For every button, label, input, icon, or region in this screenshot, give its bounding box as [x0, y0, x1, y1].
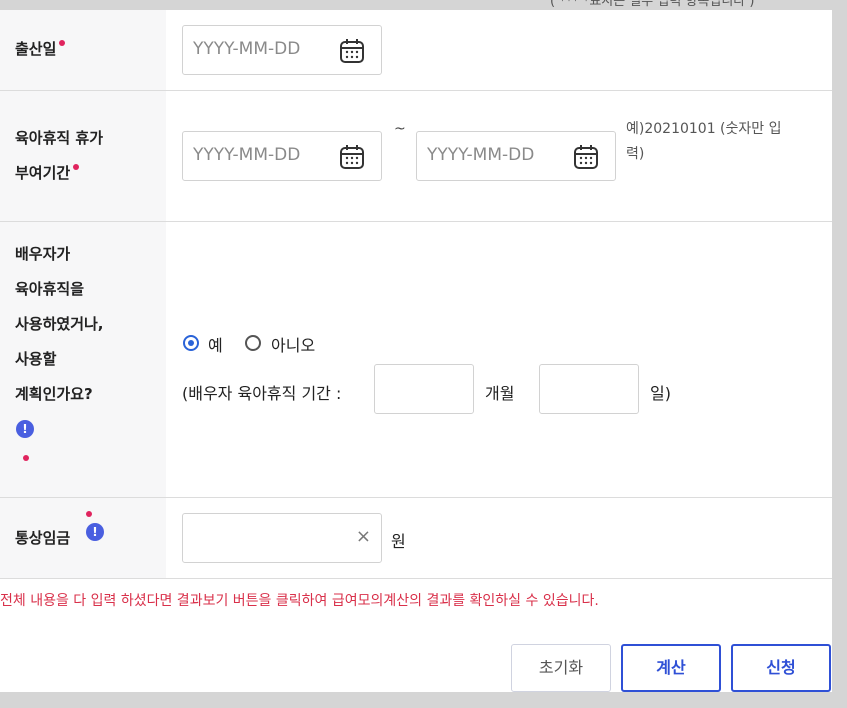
- reset-button[interactable]: 초기화: [511, 644, 611, 692]
- calculator-form: 출산일 YYYY-MM-DD 육아휴직 휴가 부여기간 YYYY-MM-DD ~…: [0, 10, 832, 692]
- ordinary-wage-input[interactable]: ×: [182, 513, 382, 563]
- date-format-hint-line2: 력): [626, 146, 645, 162]
- spouse-leave-label-cell: 배우자가 육아휴직을 사용하였거나, 사용할 계획인가요? !: [0, 222, 166, 497]
- required-marker: [23, 455, 29, 461]
- required-marker: [59, 40, 66, 46]
- leave-period-label-line2: 부여기간: [15, 156, 80, 191]
- spouse-no-label[interactable]: 아니오: [271, 332, 315, 356]
- ordinary-wage-label-cell: 통상임금 !: [0, 498, 166, 578]
- birth-date-input[interactable]: YYYY-MM-DD: [182, 25, 382, 75]
- apply-button[interactable]: 신청: [731, 644, 831, 692]
- info-icon[interactable]: !: [16, 420, 34, 438]
- ordinary-wage-row: 통상임금 ! × 원: [0, 498, 832, 579]
- days-unit-label: 일): [650, 384, 671, 403]
- leave-end-input[interactable]: YYYY-MM-DD: [416, 131, 616, 181]
- leave-period-label-line1: 육아휴직 휴가: [15, 129, 104, 147]
- date-format-hint-line1: 예)20210101 (숫자만 입: [626, 121, 782, 137]
- birth-date-placeholder: YYYY-MM-DD: [193, 39, 301, 59]
- spouse-yes-label[interactable]: 예: [208, 332, 223, 356]
- ordinary-wage-label: 통상임금: [15, 529, 71, 547]
- required-marker: [86, 511, 92, 517]
- won-unit-label: 원: [391, 532, 406, 551]
- leave-period-row: 육아휴직 휴가 부여기간 YYYY-MM-DD ~ YYYY-MM-DD 예)2…: [0, 91, 832, 222]
- birth-date-row: 출산일 YYYY-MM-DD: [0, 10, 832, 91]
- required-marker: [73, 164, 80, 170]
- notice-text: 전체 내용을 다 입력 하셨다면 결과보기 버튼을 클릭하여 급여모의계산의 결…: [0, 593, 599, 609]
- info-icon[interactable]: !: [86, 523, 104, 541]
- spouse-leave-row: 배우자가 육아휴직을 사용하였거나, 사용할 계획인가요? ! 예 아니오 (배…: [0, 222, 832, 498]
- clear-icon[interactable]: ×: [356, 526, 371, 547]
- birth-date-label: 출산일: [15, 32, 66, 67]
- leave-end-placeholder: YYYY-MM-DD: [427, 145, 535, 165]
- spouse-months-input[interactable]: [374, 364, 474, 414]
- spouse-label-line: 사용할: [15, 350, 57, 368]
- leave-start-placeholder: YYYY-MM-DD: [193, 145, 301, 165]
- calculate-button[interactable]: 계산: [621, 644, 721, 692]
- spouse-label-line: 사용하였거나,: [15, 315, 104, 333]
- calendar-icon[interactable]: [339, 38, 365, 64]
- spouse-label-line: 배우자가: [15, 245, 71, 263]
- spouse-label-line: 육아휴직을: [15, 280, 85, 298]
- calendar-icon[interactable]: [339, 144, 365, 170]
- birth-date-label-cell: 출산일: [0, 10, 166, 90]
- spouse-days-input[interactable]: [539, 364, 639, 414]
- months-unit-label: 개월: [485, 384, 515, 403]
- leave-period-label-cell: 육아휴직 휴가 부여기간: [0, 91, 166, 221]
- date-range-separator: ~: [394, 121, 406, 137]
- spouse-period-prefix: (배우자 육아휴직 기간 :: [182, 384, 342, 403]
- required-field-note: ( *** *표시는 필수 입력 항목입니다 ): [550, 0, 755, 9]
- date-format-hint: 예)20210101 (숫자만 입 력): [626, 117, 826, 167]
- leave-start-input[interactable]: YYYY-MM-DD: [182, 131, 382, 181]
- calendar-icon[interactable]: [573, 144, 599, 170]
- spouse-label-line: 계획인가요?: [15, 385, 93, 403]
- spouse-yes-radio[interactable]: [183, 335, 199, 351]
- spouse-no-radio[interactable]: [245, 335, 261, 351]
